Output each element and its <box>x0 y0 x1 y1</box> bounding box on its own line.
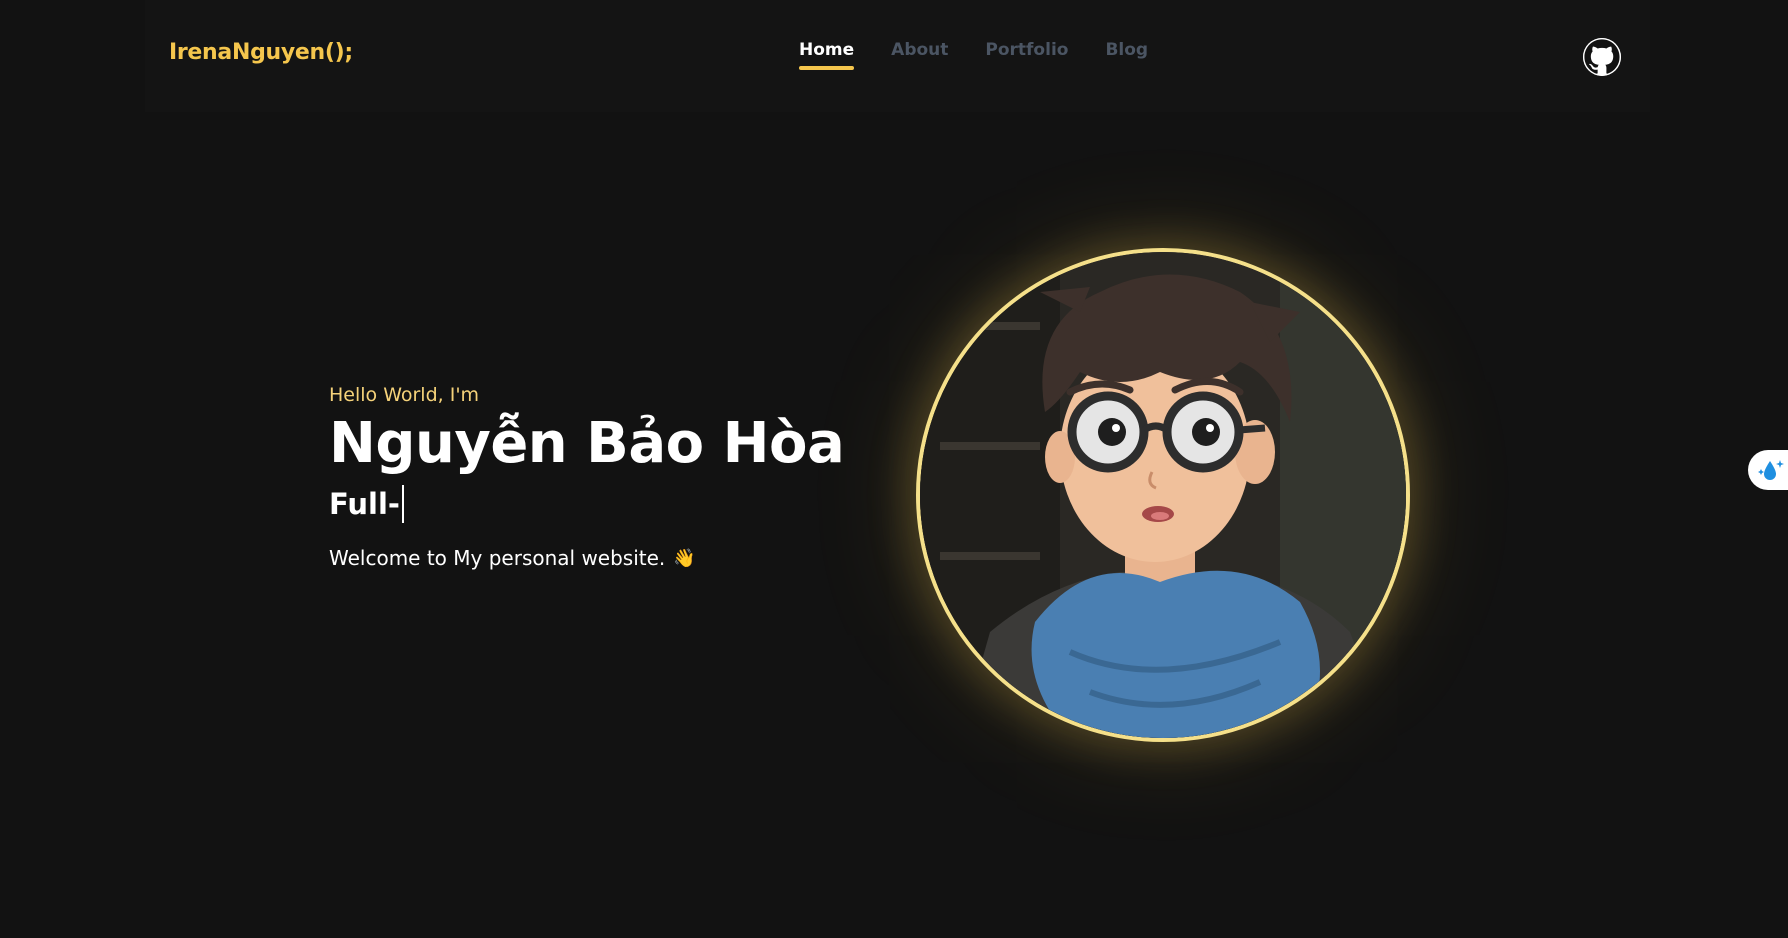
main-nav: Home About Portfolio Blog <box>799 40 1148 70</box>
hero-greeting: Hello World, I'm <box>329 384 480 406</box>
role-typed-text: Full- <box>329 487 400 522</box>
typing-caret <box>401 485 404 524</box>
side-widget-tab[interactable] <box>1748 450 1788 490</box>
hero-name: Nguyễn Bảo Hòa <box>329 411 845 476</box>
avatar-illustration <box>920 252 1406 738</box>
water-drop-sparkle-icon <box>1758 460 1784 480</box>
welcome-text: Welcome to My personal website. <box>329 546 666 571</box>
nav-home[interactable]: Home <box>799 40 855 70</box>
hero-welcome: Welcome to My personal website. 👋 <box>329 546 844 570</box>
wave-icon: 👋 <box>673 547 696 569</box>
hero-role: Full- <box>329 484 844 524</box>
hero-section: Hello World, I'm Nguyễn Bảo Hòa Full- We… <box>329 384 845 570</box>
profile-avatar <box>916 248 1410 742</box>
nav-about[interactable]: About <box>891 40 948 70</box>
github-icon[interactable] <box>1583 38 1621 76</box>
nav-blog[interactable]: Blog <box>1105 40 1148 70</box>
brand-logo[interactable]: IrenaNguyen(); <box>169 40 353 65</box>
nav-portfolio[interactable]: Portfolio <box>985 40 1068 70</box>
